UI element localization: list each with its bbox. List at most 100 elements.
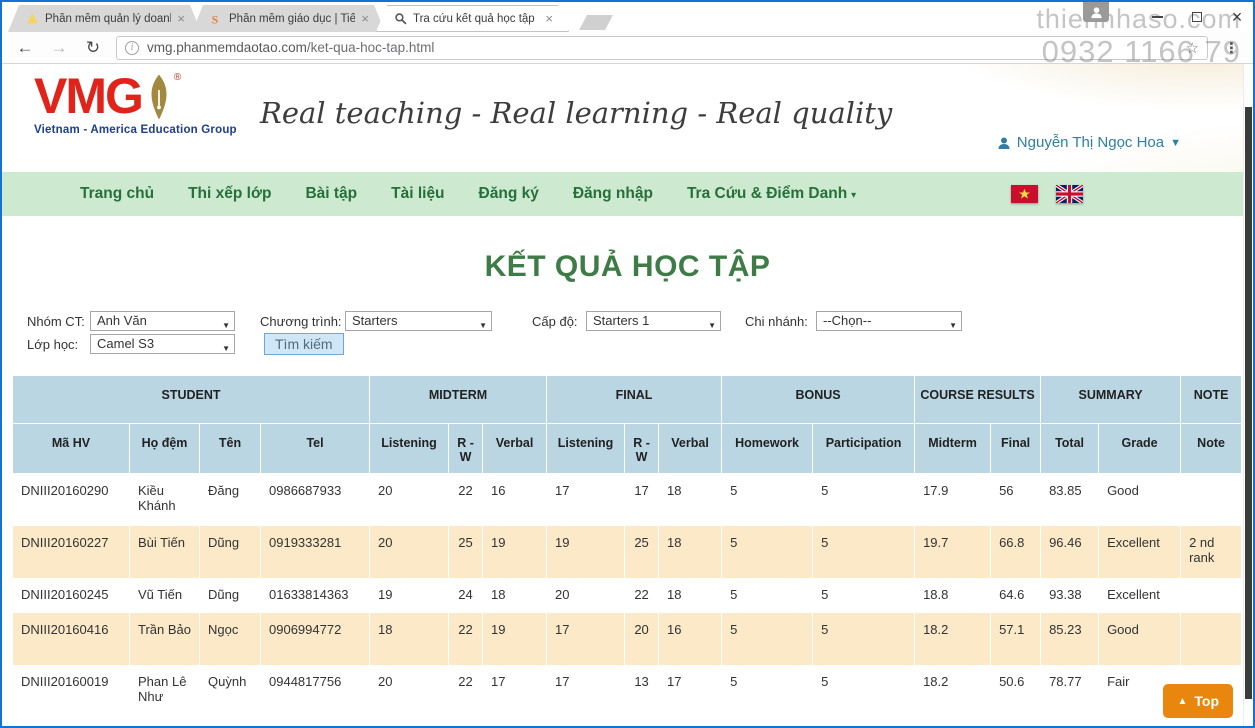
minimize-button[interactable] [1149,10,1165,24]
table-cell: 0919333281 [261,526,370,578]
table-cell: 0906994772 [261,613,370,665]
nav-item-7[interactable]: Tra Cứu & Điểm Danh▾ [687,185,856,203]
url-text[interactable]: vmg.phanmemdaotao.com/ket-qua-hoc-tap.ht… [147,40,1178,55]
nav-item-1[interactable]: Trang chủ [80,185,154,203]
table-cell: 19 [547,526,625,578]
table-cell: 17 [547,665,625,727]
language-switcher [1011,185,1083,203]
table-cell: 17 [547,474,625,526]
chi-nhanh-select[interactable]: --Chọn-- ▼ [816,311,962,331]
forward-button[interactable]: → [48,38,70,58]
column-group-header: BONUS [722,376,915,424]
browser-tab[interactable]: Phần mềm quản lý doanh× [8,5,201,32]
table-cell: 85.23 [1041,613,1099,665]
table-cell: Kiều Khánh [130,474,200,526]
column-header: Listening [370,424,449,474]
table-cell: 5 [813,578,915,613]
table-cell: Bùi Tiến [130,526,200,578]
table-row: DNIII20160245Vũ TiếnDũng0163381436319241… [13,578,1242,613]
profile-avatar-icon[interactable] [1083,2,1109,22]
browser-menu-icon[interactable]: ⋮ [1220,39,1243,57]
results-table: STUDENTMIDTERMFINALBONUSCOURSE RESULTSSU… [12,375,1242,726]
nav-item-4[interactable]: Tài liệu [391,185,444,203]
browser-window: thiennhaso.com 0932 1166 79 Phần mềm quả… [0,0,1255,728]
table-cell: DNIII20160416 [13,613,130,665]
tab-close-icon[interactable]: × [177,12,185,25]
table-cell: 0944817756 [261,665,370,727]
arrow-up-icon: ▲ [1177,696,1187,707]
nav-item-2[interactable]: Thi xếp lớp [188,185,271,203]
close-button[interactable]: × [1229,10,1245,24]
nav-item-6[interactable]: Đăng nhập [573,185,653,203]
page-content: VMG ® Vietnam - America Education Group … [2,64,1253,726]
table-cell: Quỳnh [200,665,261,727]
refresh-button[interactable]: ↻ [82,38,104,58]
table-cell: 5 [722,665,813,727]
table-cell: 22 [449,474,483,526]
table-cell: 20 [370,526,449,578]
table-cell: 25 [625,526,659,578]
table-cell [1181,474,1242,526]
back-button[interactable]: ← [14,38,36,58]
page-info-icon[interactable]: i [125,41,139,55]
column-header: Tên [200,424,261,474]
lop-hoc-select[interactable]: Camel S3 ▼ [90,334,235,354]
chuong-trinh-select[interactable]: Starters ▼ [345,311,492,331]
cap-do-label: Cấp độ: [532,312,578,332]
vietnam-flag-icon[interactable] [1011,185,1038,203]
table-cell: 5 [813,613,915,665]
warning-triangle-icon [26,12,39,25]
url-bar[interactable]: i vmg.phanmemdaotao.com/ket-qua-hoc-tap.… [116,36,1208,60]
nav-item-3[interactable]: Bài tập [305,185,357,203]
search-button[interactable]: Tìm kiếm [264,333,344,355]
logo-text: VMG [34,70,142,122]
table-cell: 18.2 [915,665,991,727]
cap-do-select[interactable]: Starters 1 ▼ [586,311,721,331]
browser-toolbar: ← → ↻ i vmg.phanmemdaotao.com/ket-qua-ho… [2,32,1253,64]
site-header: VMG ® Vietnam - America Education Group … [2,64,1253,172]
tab-close-icon[interactable]: × [361,12,369,25]
scrollbar-thumb[interactable] [1245,107,1252,699]
scroll-top-button[interactable]: ▲ Top [1163,684,1233,718]
table-cell: 17.9 [915,474,991,526]
table-cell: Đăng [200,474,261,526]
table-cell: 18.2 [915,613,991,665]
vmg-logo[interactable]: VMG ® Vietnam - America Education Group [34,70,237,136]
browser-tab[interactable]: SPhần mềm giáo dục | Tiế× [192,5,385,32]
nav-menu: Trang chủ Thi xếp lớp Bài tập Tài liệu Đăng … [2,172,1253,216]
chi-nhanh-label: Chi nhánh: [745,312,808,332]
column-header: Homework [722,424,813,474]
page-scrollbar[interactable] [1243,64,1253,726]
table-cell: 22 [449,613,483,665]
table-cell: 19 [483,613,547,665]
user-menu[interactable]: Nguyễn Thị Ngọc Hoa ▼ [997,134,1181,151]
user-name: Nguyễn Thị Ngọc Hoa [1017,134,1164,151]
chuong-trinh-label: Chương trình: [260,312,342,332]
table-cell: 13 [625,665,659,727]
column-header: Participation [813,424,915,474]
uk-flag-icon[interactable] [1056,185,1083,203]
table-cell: 17 [625,474,659,526]
chevron-down-icon: ▼ [1170,137,1181,149]
filters: Nhóm CT: Anh Văn ▼ Chương trình: Starter… [2,312,1253,362]
bookmark-star-icon[interactable]: ☆ [1186,39,1199,57]
new-tab-button[interactable] [579,15,613,30]
browser-tab[interactable]: Tra cứu kết quả học tập× [376,5,569,32]
tab-close-icon[interactable]: × [545,12,553,25]
column-header: Listening [547,424,625,474]
user-icon [997,136,1011,150]
table-cell: 50.6 [991,665,1041,727]
logo-subtitle: Vietnam - America Education Group [34,124,237,136]
nhom-ct-select[interactable]: Anh Văn ▼ [90,311,235,331]
window-controls: × [1083,2,1245,24]
maximize-button[interactable] [1189,10,1205,24]
page-title: KẾT QUẢ HỌC TẬP [2,250,1253,284]
chevron-down-icon: ▼ [708,317,716,331]
nav-item-5[interactable]: Đăng ký [479,185,539,203]
chuong-trinh-value: Starters [352,313,398,328]
column-header: R - W [449,424,483,474]
column-header: R - W [625,424,659,474]
column-group-header: COURSE RESULTS [915,376,1041,424]
table-cell: 5 [813,665,915,727]
tab-title: Phần mềm giáo dục | Tiế [229,13,355,25]
